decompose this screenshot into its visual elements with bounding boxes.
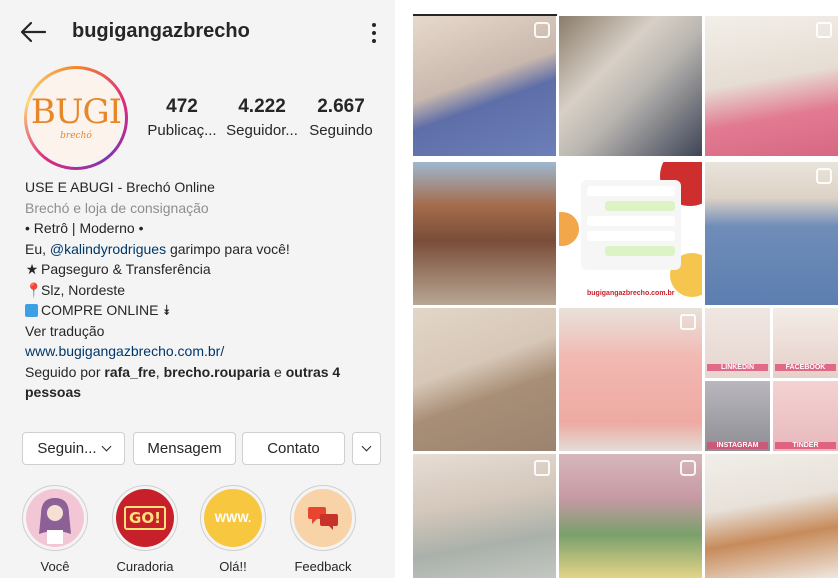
translate-link[interactable]: Ver tradução [25,321,385,342]
carousel-icon [534,460,550,476]
highlight-voce-cover [26,489,84,547]
following-button[interactable]: Seguin... [22,432,125,465]
bio-line-location: 📍Slz, Nordeste [25,280,385,301]
post-tile[interactable] [559,16,702,156]
double-down-arrow-icon: ⯯ [162,302,171,318]
more-options-icon[interactable] [366,20,382,46]
stat-followers-value: 4.222 [238,96,286,117]
highlight-ola-art: WWW. [214,510,252,525]
profile-username: bugigangazbrecho [72,20,250,42]
bio-curator-prefix: Eu, [25,240,50,257]
highlight-curadoria[interactable]: GO! Curadoria [110,485,180,574]
posts-grid: bugigangazbrecho.com.br LINKEDIN FACEBOO… [413,14,838,578]
bio-mention-link[interactable]: @kalindyrodrigues [50,241,166,257]
highlight-feedback-label: Feedback [294,559,352,574]
website-link[interactable]: www.bugigangazbrecho.com.br/ [25,341,385,362]
followed-user-2[interactable]: brecho.rouparia [164,364,271,380]
stat-posts[interactable]: 472 Publicaç... [146,96,218,139]
message-button-label: Mensagem [147,440,222,457]
stat-following-label: Seguindo [309,122,373,139]
collage-tag: TINDER [775,442,836,449]
collage-tag: INSTAGRAM [707,442,768,449]
bio-curator-suffix: garimpo para você! [166,240,290,257]
highlight-voce[interactable]: Você [20,485,90,574]
carousel-icon [816,22,832,38]
chevron-down-icon [361,441,372,452]
bio-line-style: • Retrô | Moderno • [25,220,144,236]
followed-prefix: Seguido por [25,363,105,380]
post-tile[interactable] [559,308,702,451]
stat-posts-value: 472 [166,96,198,117]
following-button-label: Seguin... [37,440,97,457]
avatar-logo-subtext: brechó [60,131,92,141]
followed-by[interactable]: Seguido por rafa_fre, brecho.rouparia e … [25,362,385,383]
top-bar: bugigangazbrecho [0,0,395,62]
highlight-voce-label: Você [40,559,70,574]
meme-collage: LINKEDIN FACEBOOK INSTAGRAM TINDER [705,308,838,451]
chat-bubbles-icon [294,489,352,547]
story-highlights: Você GO! Curadoria WWW. Olá!! Feedback [20,485,390,575]
highlight-feedback[interactable]: Feedback [288,485,358,574]
stat-followers[interactable]: 4.222 Seguidor... [224,96,300,139]
followed-and: e [270,363,286,380]
back-arrow-icon[interactable] [18,18,48,46]
bio-location-text: Slz, Nordeste [41,281,126,298]
bio-category: Brechó e loja de consignação [25,199,209,216]
video-icon [680,460,696,476]
post-tile[interactable] [413,308,556,451]
bio-line-payment: ★ Pagseguro & Transferência [25,259,385,280]
post-tile[interactable] [559,454,702,578]
bio-shop-text: COMPRE ONLINE [41,302,159,318]
highlight-ola-label: Olá!! [219,559,247,574]
star-icon: ★ [25,261,39,277]
stat-following-value: 2.667 [317,96,365,117]
followed-others-cont[interactable]: pessoas [25,382,385,403]
post-tile[interactable] [705,454,838,578]
bio-payment-text: Pagseguro & Transferência [41,261,211,277]
highlight-curadoria-cover: GO! [116,489,174,547]
avatar-logo-text: BUGI [30,92,122,132]
highlight-curadoria-art: GO! [124,506,166,530]
avatar[interactable]: BUGI brechó [24,66,128,170]
suggestions-button[interactable] [352,432,381,465]
post-url-text: bugigangazbrecho.com.br [587,290,675,297]
post-tile[interactable] [705,162,838,305]
video-icon [816,168,832,184]
bio-name: USE E ABUGI - Brechó Online [25,179,215,195]
carousel-icon [680,314,696,330]
stat-following[interactable]: 2.667 Seguindo [306,96,376,139]
bio-line-shop: COMPRE ONLINE ⯯ [25,300,385,321]
post-tile[interactable]: bugigangazbrecho.com.br [559,162,702,305]
post-tile[interactable] [413,162,556,305]
post-tile[interactable]: LINKEDIN FACEBOOK INSTAGRAM TINDER [705,308,838,451]
reel-icon [534,22,550,38]
info-box-icon [25,304,38,317]
contact-button-label: Contato [267,440,320,457]
profile-bio: USE E ABUGI - Brechó Online Brechó e loj… [25,177,385,403]
post-tile[interactable] [413,454,556,578]
post-tile[interactable] [705,16,838,156]
collage-tag: FACEBOOK [775,364,836,371]
bio-line-curator: Eu, @kalindyrodrigues garimpo para você! [25,239,385,260]
followed-others[interactable]: outras 4 [286,364,340,380]
highlight-ola-cover: WWW. [204,489,262,547]
stat-posts-label: Publicaç... [147,122,217,139]
chat-screenshot [581,180,681,270]
message-button[interactable]: Mensagem [133,432,236,465]
decor-shape [559,212,579,246]
followed-separator: , [155,363,164,380]
pin-icon: 📍 [25,281,43,298]
stat-followers-label: Seguidor... [226,122,298,139]
highlight-curadoria-label: Curadoria [116,559,174,574]
post-tile[interactable] [413,16,556,156]
followed-user-1[interactable]: rafa_fre [104,364,155,380]
highlight-ola[interactable]: WWW. Olá!! [198,485,268,574]
profile-panel: bugigangazbrecho BUGI brechó 472 Publica… [0,0,395,578]
collage-tag: LINKEDIN [707,364,768,371]
contact-button[interactable]: Contato [242,432,345,465]
chevron-down-icon [101,441,112,452]
